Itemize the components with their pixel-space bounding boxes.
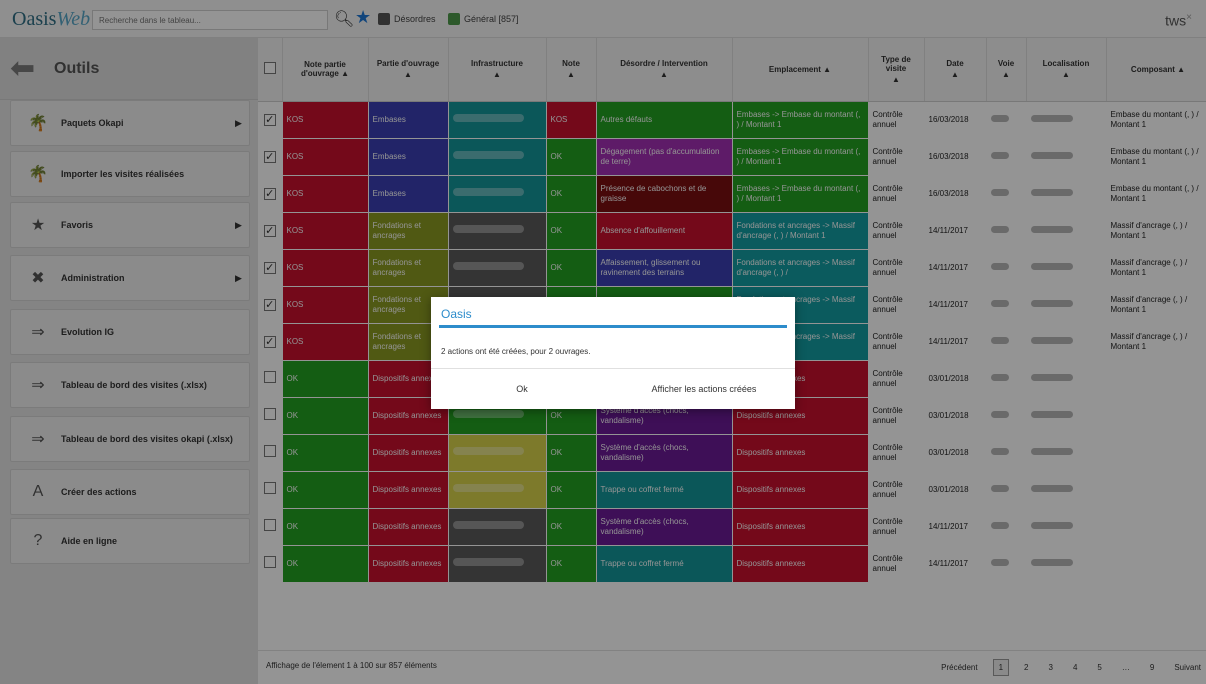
show-actions-button[interactable]: Afficher les actions créées: [613, 369, 795, 409]
dialog-title-underline: [439, 325, 787, 328]
confirmation-dialog: Oasis 2 actions ont été créées, pour 2 o…: [431, 297, 795, 409]
ok-button[interactable]: Ok: [431, 369, 613, 409]
dialog-title: Oasis: [441, 307, 472, 321]
dialog-message: 2 actions ont été créées, pour 2 ouvrage…: [441, 347, 591, 356]
